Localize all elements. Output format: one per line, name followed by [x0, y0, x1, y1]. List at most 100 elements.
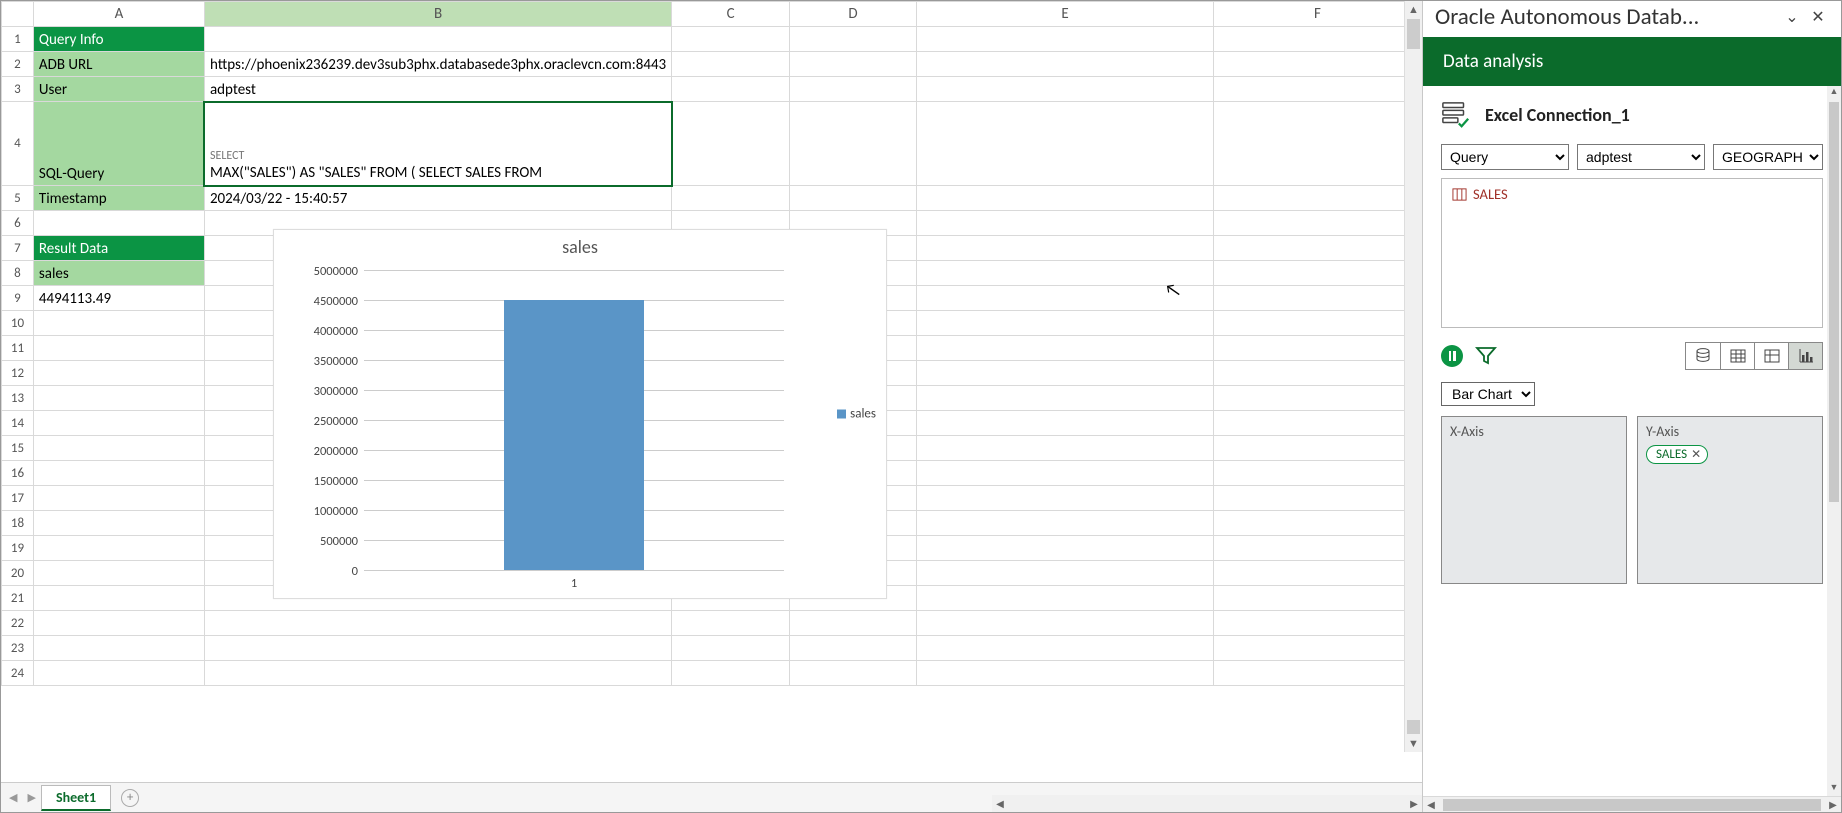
- row-header-15[interactable]: 15: [2, 436, 34, 461]
- row-header-1[interactable]: 1: [2, 27, 34, 52]
- cell-E13[interactable]: [916, 386, 1213, 411]
- col-header-A[interactable]: A: [33, 2, 204, 27]
- cell-B5[interactable]: 2024/03/22 - 15:40:57: [204, 186, 671, 211]
- horizontal-scrollbar[interactable]: ◀ ▶: [992, 795, 1422, 812]
- cell-B3[interactable]: adptest: [204, 77, 671, 102]
- cell-F22[interactable]: [1213, 611, 1421, 636]
- cell-E6[interactable]: [916, 211, 1213, 236]
- cell-F11[interactable]: [1213, 336, 1421, 361]
- fields-list[interactable]: SALES: [1441, 178, 1823, 328]
- pause-button[interactable]: [1441, 345, 1463, 367]
- row-header-23[interactable]: 23: [2, 636, 34, 661]
- select-all-corner[interactable]: [2, 2, 34, 27]
- cell-F5[interactable]: [1213, 186, 1421, 211]
- cell-F14[interactable]: [1213, 411, 1421, 436]
- cell-A19[interactable]: [33, 536, 204, 561]
- chart-type-select[interactable]: Bar Chart: [1441, 382, 1535, 406]
- view-pivot-icon[interactable]: [1754, 343, 1788, 369]
- cell-F20[interactable]: [1213, 561, 1421, 586]
- cell-A13[interactable]: [33, 386, 204, 411]
- cell-C22[interactable]: [672, 611, 790, 636]
- row-header-9[interactable]: 9: [2, 286, 34, 311]
- cell-E16[interactable]: [916, 461, 1213, 486]
- cell-B4[interactable]: SELECTMAX("SALES") AS "SALES" FROM ( SEL…: [204, 102, 671, 186]
- pill-remove-icon[interactable]: ✕: [1691, 447, 1701, 462]
- chevron-down-icon[interactable]: ⌄: [1779, 7, 1805, 27]
- cell-A5[interactable]: Timestamp: [33, 186, 204, 211]
- cell-E7[interactable]: [916, 236, 1213, 261]
- cell-A22[interactable]: [33, 611, 204, 636]
- schema-select[interactable]: adptest: [1577, 144, 1705, 170]
- col-header-F[interactable]: F: [1213, 2, 1421, 27]
- cell-C24[interactable]: [672, 661, 790, 686]
- y-axis-pill-sales[interactable]: SALES ✕: [1646, 445, 1708, 464]
- cell-E15[interactable]: [916, 436, 1213, 461]
- cell-C2[interactable]: [672, 52, 790, 77]
- row-header-14[interactable]: 14: [2, 411, 34, 436]
- hscroll-right-icon[interactable]: ▶: [1406, 797, 1422, 810]
- cell-A2[interactable]: ADB URL: [33, 52, 204, 77]
- cell-C4[interactable]: [672, 102, 790, 186]
- cell-D4[interactable]: [790, 102, 917, 186]
- filter-icon[interactable]: [1475, 345, 1497, 367]
- cell-D3[interactable]: [790, 77, 917, 102]
- scroll-up-icon[interactable]: ▲: [1405, 1, 1422, 18]
- cell-A14[interactable]: [33, 411, 204, 436]
- sheet-nav-next-icon[interactable]: ▶: [23, 789, 39, 806]
- cell-F8[interactable]: [1213, 261, 1421, 286]
- cell-E12[interactable]: [916, 361, 1213, 386]
- mode-select[interactable]: Query: [1441, 144, 1569, 170]
- vertical-scrollbar[interactable]: ▲ ▼: [1404, 1, 1422, 752]
- cell-A18[interactable]: [33, 511, 204, 536]
- row-header-22[interactable]: 22: [2, 611, 34, 636]
- row-header-17[interactable]: 17: [2, 486, 34, 511]
- scrollbar-thumb-bottom[interactable]: [1407, 720, 1420, 734]
- cell-A4[interactable]: SQL-Query: [33, 102, 204, 186]
- cell-A17[interactable]: [33, 486, 204, 511]
- cell-A8[interactable]: sales: [33, 261, 204, 286]
- panel-horizontal-scrollbar[interactable]: ◀ ▶: [1423, 796, 1841, 812]
- cell-F1[interactable]: [1213, 27, 1421, 52]
- row-header-6[interactable]: 6: [2, 211, 34, 236]
- cell-F18[interactable]: [1213, 511, 1421, 536]
- cell-F4[interactable]: [1213, 102, 1421, 186]
- cell-E9[interactable]: [916, 286, 1213, 311]
- cell-F16[interactable]: [1213, 461, 1421, 486]
- cell-D24[interactable]: [790, 661, 917, 686]
- cell-A1[interactable]: Query Info: [33, 27, 204, 52]
- cell-E1[interactable]: [916, 27, 1213, 52]
- cell-E18[interactable]: [916, 511, 1213, 536]
- cell-F19[interactable]: [1213, 536, 1421, 561]
- close-icon[interactable]: ✕: [1805, 7, 1831, 27]
- cell-C23[interactable]: [672, 636, 790, 661]
- cell-B22[interactable]: [204, 611, 671, 636]
- row-header-24[interactable]: 24: [2, 661, 34, 686]
- cell-F15[interactable]: [1213, 436, 1421, 461]
- cell-F6[interactable]: [1213, 211, 1421, 236]
- col-header-E[interactable]: E: [916, 2, 1213, 27]
- cell-F7[interactable]: [1213, 236, 1421, 261]
- embedded-chart[interactable]: sales 0500000100000015000002000000250000…: [273, 229, 887, 599]
- cell-E11[interactable]: [916, 336, 1213, 361]
- row-header-2[interactable]: 2: [2, 52, 34, 77]
- cell-B23[interactable]: [204, 636, 671, 661]
- cell-A16[interactable]: [33, 461, 204, 486]
- cell-D5[interactable]: [790, 186, 917, 211]
- cell-E17[interactable]: [916, 486, 1213, 511]
- field-item-sales[interactable]: SALES: [1452, 185, 1812, 203]
- cell-A15[interactable]: [33, 436, 204, 461]
- cell-F12[interactable]: [1213, 361, 1421, 386]
- cell-A21[interactable]: [33, 586, 204, 611]
- cell-C5[interactable]: [672, 186, 790, 211]
- sheet-nav-prev-icon[interactable]: ◀: [5, 789, 21, 806]
- row-header-7[interactable]: 7: [2, 236, 34, 261]
- cell-B24[interactable]: [204, 661, 671, 686]
- cell-F21[interactable]: [1213, 586, 1421, 611]
- table-select[interactable]: GEOGRAPHY_D: [1713, 144, 1823, 170]
- row-header-12[interactable]: 12: [2, 361, 34, 386]
- cell-F9[interactable]: [1213, 286, 1421, 311]
- cell-F3[interactable]: [1213, 77, 1421, 102]
- x-axis-dropzone[interactable]: X-Axis: [1441, 416, 1627, 584]
- view-db-icon[interactable]: [1686, 343, 1720, 369]
- panel-scroll-thumb[interactable]: [1829, 102, 1839, 502]
